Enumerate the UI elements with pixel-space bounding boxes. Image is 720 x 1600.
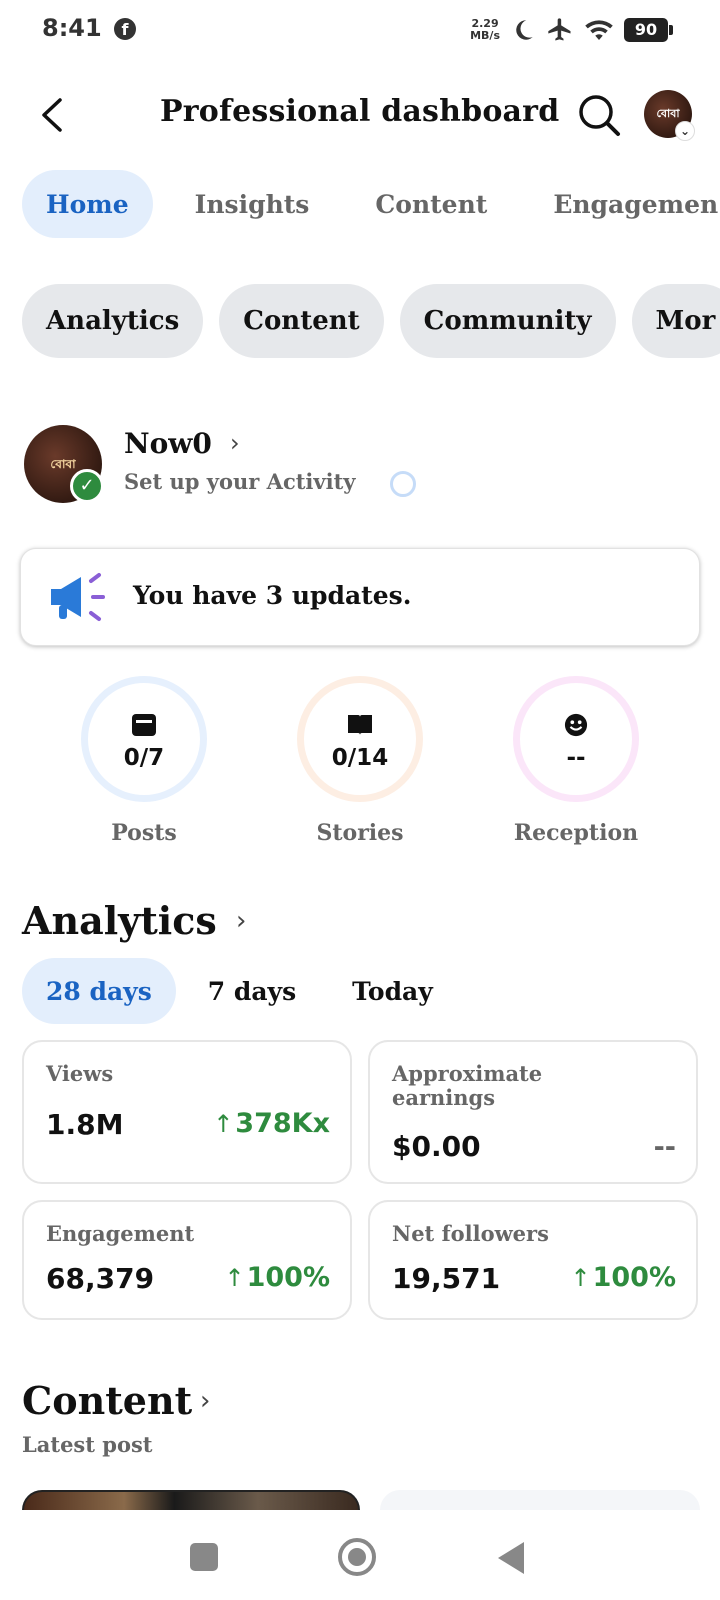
updates-text: You have 3 updates.	[133, 581, 412, 610]
metric-card-net-followers[interactable]: Net followers 19,571 ↑100%	[368, 1200, 698, 1320]
chip-community[interactable]: Community	[399, 284, 616, 358]
network-speed: 2.29 MB/s	[470, 18, 500, 42]
updates-card[interactable]: You have 3 updates.	[20, 548, 700, 646]
metric-change-value: 378Kx	[235, 1108, 330, 1139]
metric-change: ↑100%	[570, 1262, 676, 1293]
stat-ring: 0/7	[81, 676, 207, 802]
verified-check-icon: ✓	[70, 469, 104, 503]
chevron-right-icon[interactable]: ›	[236, 906, 246, 936]
metric-label: Views	[46, 1061, 114, 1086]
metric-change: ↑378Kx	[213, 1108, 330, 1139]
home-icon[interactable]	[338, 1538, 376, 1576]
search-icon[interactable]	[574, 90, 624, 140]
system-navigation-bar	[0, 1510, 720, 1600]
profile-name: Now0	[124, 427, 212, 460]
book-icon	[348, 715, 372, 735]
range-selector: 28 days 7 days Today	[22, 958, 457, 1026]
metric-label: Engagement	[46, 1221, 195, 1246]
quick-chips: Analytics Content Community Mor	[22, 284, 720, 360]
stat-label: Posts	[111, 820, 177, 846]
status-icons: 2.29 MB/s 90	[470, 14, 673, 46]
stats-row: 0/7 Posts 0/14 Stories -- Reception	[0, 676, 720, 856]
metric-card-earnings[interactable]: Approximate earnings $0.00 --	[368, 1040, 698, 1184]
profile-activity-setup[interactable]: Set up your Activity	[124, 469, 356, 494]
arrow-up-icon: ↑	[570, 1264, 591, 1292]
latest-post-label: Latest post	[22, 1432, 153, 1457]
chip-content[interactable]: Content	[219, 284, 384, 358]
metric-card-engagement[interactable]: Engagement 68,379 ↑100%	[22, 1200, 352, 1320]
network-speed-unit: MB/s	[470, 29, 500, 42]
arrow-up-icon: ↑	[224, 1264, 245, 1292]
moon-icon	[516, 20, 533, 40]
status-time: 8:41	[42, 14, 102, 42]
smiley-icon	[564, 713, 588, 737]
stat-label: Stories	[316, 820, 404, 846]
metric-label: Net followers	[392, 1221, 549, 1246]
top-tabs: Home Insights Content Engagemen	[22, 170, 720, 240]
chevron-down-icon: ⌄	[675, 121, 695, 141]
stat-value: 0/14	[331, 745, 389, 771]
chip-more[interactable]: Mor	[631, 284, 720, 358]
back-arrow-icon[interactable]	[34, 92, 74, 138]
stat-stories[interactable]: 0/14 Stories	[280, 676, 440, 846]
arrow-up-icon: ↑	[213, 1110, 234, 1138]
metric-value: 19,571	[392, 1262, 501, 1295]
content-heading[interactable]: Content	[22, 1378, 192, 1423]
activity-progress-ring-icon	[390, 471, 416, 497]
tab-engagement[interactable]: Engagemen	[529, 170, 720, 238]
profile-avatar-text: বোবা	[50, 457, 76, 471]
profile-row[interactable]: বোবা ✓ Now0 › Set up your Activity	[24, 425, 704, 505]
metric-change: ↑100%	[224, 1262, 330, 1293]
metric-value: 1.8M	[46, 1108, 124, 1141]
metric-value: $0.00	[392, 1130, 481, 1163]
range-7-days[interactable]: 7 days	[184, 958, 320, 1024]
stat-posts[interactable]: 0/7 Posts	[64, 676, 224, 846]
metric-value: 68,379	[46, 1262, 155, 1295]
status-bar: 8:41 f 2.29 MB/s 90	[0, 0, 720, 60]
megaphone-icon	[51, 573, 105, 621]
range-today[interactable]: Today	[328, 958, 457, 1024]
stat-ring: --	[513, 676, 639, 802]
tab-content[interactable]: Content	[351, 170, 511, 238]
stat-label: Reception	[513, 820, 639, 846]
tab-insights[interactable]: Insights	[171, 170, 334, 238]
analytics-heading[interactable]: Analytics	[22, 898, 217, 943]
chip-analytics[interactable]: Analytics	[22, 284, 204, 358]
facebook-notification-icon: f	[114, 18, 136, 40]
metric-change: --	[653, 1132, 676, 1163]
metric-card-views[interactable]: Views 1.8M ↑378Kx	[22, 1040, 352, 1184]
page-title: Professional dashboard	[160, 94, 560, 129]
posts-icon	[132, 714, 156, 736]
stat-value: --	[566, 745, 586, 771]
range-28-days[interactable]: 28 days	[22, 958, 176, 1024]
back-triangle-icon[interactable]	[498, 1542, 524, 1574]
airplane-icon	[548, 18, 571, 41]
recent-apps-icon[interactable]	[190, 1543, 218, 1571]
chevron-right-icon: ›	[230, 429, 240, 457]
metric-label: Approximate earnings	[392, 1061, 543, 1110]
wifi-icon	[585, 20, 613, 40]
stat-ring: 0/14	[297, 676, 423, 802]
metric-change-value: 100%	[592, 1262, 676, 1293]
stat-value: 0/7	[123, 745, 165, 771]
tab-home[interactable]: Home	[22, 170, 153, 238]
battery-indicator: 90	[624, 18, 673, 42]
chevron-right-icon[interactable]: ›	[200, 1386, 210, 1416]
stat-reception[interactable]: -- Reception	[496, 676, 656, 846]
header: Professional dashboard বোবা ⌄	[0, 80, 720, 150]
avatar-logo-text: বোবা	[656, 107, 680, 120]
account-switcher-avatar[interactable]: বোবা ⌄	[644, 90, 695, 141]
metric-change-value: 100%	[246, 1262, 330, 1293]
